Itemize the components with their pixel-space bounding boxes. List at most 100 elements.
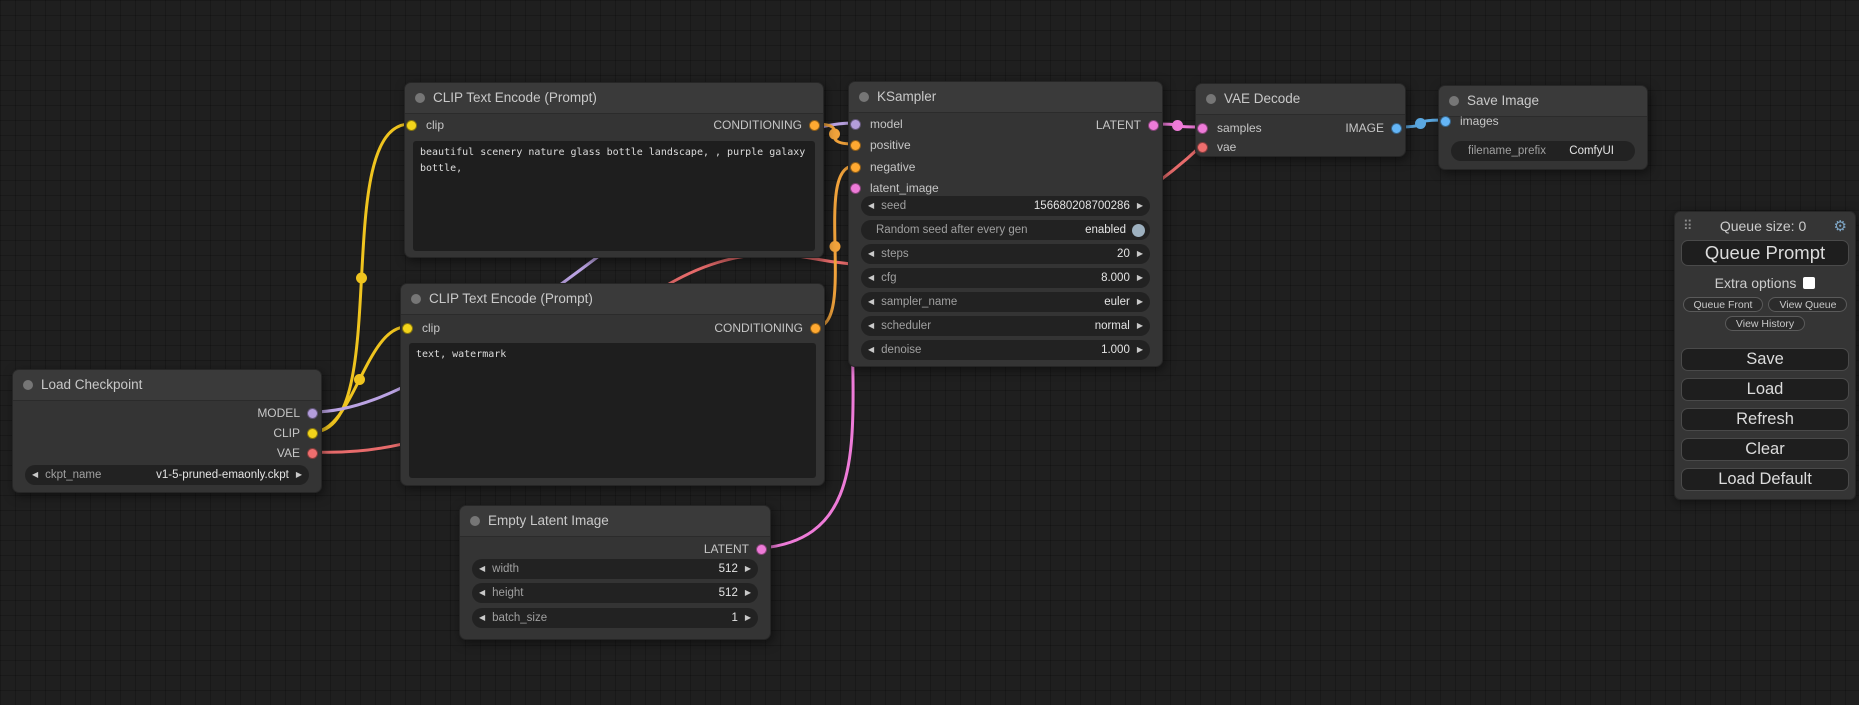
arrow-left-icon[interactable]: ◀: [472, 608, 492, 628]
settings-gear-icon[interactable]: ⚙: [1834, 217, 1847, 235]
arrow-left-icon[interactable]: ◀: [861, 196, 881, 216]
refresh-button[interactable]: Refresh: [1681, 408, 1849, 431]
prompt-textarea[interactable]: beautiful scenery nature glass bottle la…: [413, 141, 815, 251]
node-load-checkpoint[interactable]: Load Checkpoint MODEL CLIP VAE ◀ckpt_namev1-…: [12, 369, 322, 493]
arrow-left-icon[interactable]: ◀: [861, 292, 881, 312]
collapse-dot-icon[interactable]: [23, 380, 33, 390]
queue-front-button[interactable]: Queue Front: [1683, 297, 1764, 312]
widget-height[interactable]: ◀height512▶: [472, 583, 758, 603]
node-vae-decode[interactable]: VAE DecodesamplesvaeIMAGE: [1195, 83, 1406, 157]
arrow-left-icon[interactable]: ◀: [861, 244, 881, 264]
input-port-dot[interactable]: [850, 140, 861, 151]
node-header[interactable]: Load Checkpoint: [13, 370, 321, 401]
output-port-dot[interactable]: [1148, 120, 1159, 131]
node-title: VAE Decode: [1224, 91, 1300, 106]
arrow-right-icon[interactable]: ▶: [1130, 196, 1150, 216]
widget-steps[interactable]: ◀steps20▶: [861, 244, 1150, 264]
load-checkpoint-output-CLIP[interactable]: CLIP: [13, 425, 321, 441]
clip-text-encode-negative-output-CONDITIONING[interactable]: CONDITIONING: [401, 320, 824, 336]
ksampler-input-negative[interactable]: negative: [849, 159, 1162, 175]
arrow-right-icon[interactable]: ▶: [1130, 268, 1150, 288]
node-ksampler[interactable]: KSamplermodelpositivenegativelatent_imag…: [848, 81, 1163, 367]
arrow-left-icon[interactable]: ◀: [861, 340, 881, 360]
output-port-dot[interactable]: [1391, 123, 1402, 134]
arrow-left-icon[interactable]: ◀: [861, 268, 881, 288]
load-default-button[interactable]: Load Default: [1681, 468, 1849, 491]
prompt-textarea[interactable]: text, watermark: [409, 343, 816, 478]
output-port-dot[interactable]: [756, 544, 767, 555]
output-port-dot[interactable]: [307, 408, 318, 419]
node-empty-latent-image[interactable]: Empty Latent ImageLATENT◀width512▶◀heigh…: [459, 505, 771, 640]
arrow-right-icon[interactable]: ▶: [1130, 340, 1150, 360]
load-checkpoint-output-VAE[interactable]: VAE: [13, 445, 321, 461]
output-port-dot[interactable]: [307, 448, 318, 459]
node-clip-text-encode-negative[interactable]: CLIP Text Encode (Prompt)clipCONDITIONIN…: [400, 283, 825, 486]
widget-value: v1-5-pruned-emaonly.ckpt: [156, 469, 289, 481]
node-header[interactable]: VAE Decode: [1196, 84, 1405, 115]
collapse-dot-icon[interactable]: [1449, 96, 1459, 106]
vae-decode-output-IMAGE[interactable]: IMAGE: [1196, 120, 1405, 136]
node-header[interactable]: Empty Latent Image: [460, 506, 770, 537]
ksampler-input-positive[interactable]: positive: [849, 137, 1162, 153]
widget-sampler_name[interactable]: ◀sampler_nameeuler▶: [861, 292, 1150, 312]
widget-label: sampler_name: [881, 296, 957, 308]
node-clip-text-encode-positive[interactable]: CLIP Text Encode (Prompt)clipCONDITIONIN…: [404, 82, 824, 258]
load-checkpoint-output-MODEL[interactable]: MODEL: [13, 405, 321, 421]
arrow-right-icon[interactable]: ▶: [738, 608, 758, 628]
input-port-dot[interactable]: [1197, 142, 1208, 153]
arrow-left-icon[interactable]: ◀: [472, 559, 492, 579]
node-header[interactable]: CLIP Text Encode (Prompt): [401, 284, 824, 315]
widget-scheduler[interactable]: ◀schedulernormal▶: [861, 316, 1150, 336]
save-button[interactable]: Save: [1681, 348, 1849, 371]
collapse-dot-icon[interactable]: [859, 92, 869, 102]
input-port-dot[interactable]: [1440, 116, 1451, 127]
widget-label: steps: [881, 248, 909, 260]
collapse-dot-icon[interactable]: [411, 294, 421, 304]
arrow-left-icon[interactable]: ◀: [472, 583, 492, 603]
save-image-input-images[interactable]: images: [1439, 113, 1647, 129]
widget-seed[interactable]: ◀seed156680208700286▶: [861, 196, 1150, 216]
widget-denoise[interactable]: ◀denoise1.000▶: [861, 340, 1150, 360]
widget-filename_prefix[interactable]: filename_prefixComfyUI: [1451, 141, 1635, 161]
widget-label: height: [492, 587, 523, 599]
output-port-dot[interactable]: [810, 323, 821, 334]
ksampler-output-LATENT[interactable]: LATENT: [849, 117, 1162, 133]
widget-width[interactable]: ◀width512▶: [472, 559, 758, 579]
collapse-dot-icon[interactable]: [470, 516, 480, 526]
arrow-right-icon[interactable]: ▶: [1130, 292, 1150, 312]
arrow-left-icon[interactable]: ◀: [25, 465, 45, 485]
empty-latent-image-output-LATENT[interactable]: LATENT: [460, 541, 770, 557]
extra-options-checkbox[interactable]: [1803, 277, 1815, 289]
queue-prompt-button[interactable]: Queue Prompt: [1681, 240, 1849, 266]
collapse-dot-icon[interactable]: [415, 93, 425, 103]
view-queue-button[interactable]: View Queue: [1768, 297, 1847, 312]
widget-cfg[interactable]: ◀cfg8.000▶: [861, 268, 1150, 288]
input-port-dot[interactable]: [850, 162, 861, 173]
output-port-dot[interactable]: [809, 120, 820, 131]
wire-midpoint-dot: [354, 374, 365, 385]
widget-batch_size[interactable]: ◀batch_size1▶: [472, 608, 758, 628]
clip-text-encode-positive-output-CONDITIONING[interactable]: CONDITIONING: [405, 117, 823, 133]
load-button[interactable]: Load: [1681, 378, 1849, 401]
collapse-dot-icon[interactable]: [1206, 94, 1216, 104]
arrow-right-icon[interactable]: ▶: [1130, 244, 1150, 264]
view-history-button[interactable]: View History: [1725, 316, 1805, 331]
arrow-right-icon[interactable]: ▶: [738, 559, 758, 579]
arrow-right-icon[interactable]: ▶: [1130, 316, 1150, 336]
node-save-image[interactable]: Save Imageimagesfilename_prefixComfyUI: [1438, 85, 1648, 170]
vae-decode-input-vae[interactable]: vae: [1196, 139, 1405, 155]
widget-random-seed-after-every-gen[interactable]: Random seed after every genenabled: [861, 220, 1150, 240]
clear-button[interactable]: Clear: [1681, 438, 1849, 461]
node-title: CLIP Text Encode (Prompt): [429, 291, 593, 306]
arrow-right-icon[interactable]: ▶: [738, 583, 758, 603]
arrow-left-icon[interactable]: ◀: [861, 316, 881, 336]
node-header[interactable]: CLIP Text Encode (Prompt): [405, 83, 823, 114]
input-port-dot[interactable]: [850, 183, 861, 194]
ksampler-input-latent_image[interactable]: latent_image: [849, 180, 1162, 196]
arrow-right-icon[interactable]: ▶: [289, 465, 309, 485]
output-port-dot[interactable]: [307, 428, 318, 439]
widget-ckpt_name[interactable]: ◀ckpt_namev1-5-pruned-emaonly.ckpt▶: [25, 465, 309, 485]
drag-handle-icon[interactable]: ⠿: [1683, 218, 1693, 234]
toggle-dot-icon[interactable]: [1132, 224, 1145, 237]
node-header[interactable]: KSampler: [849, 82, 1162, 113]
